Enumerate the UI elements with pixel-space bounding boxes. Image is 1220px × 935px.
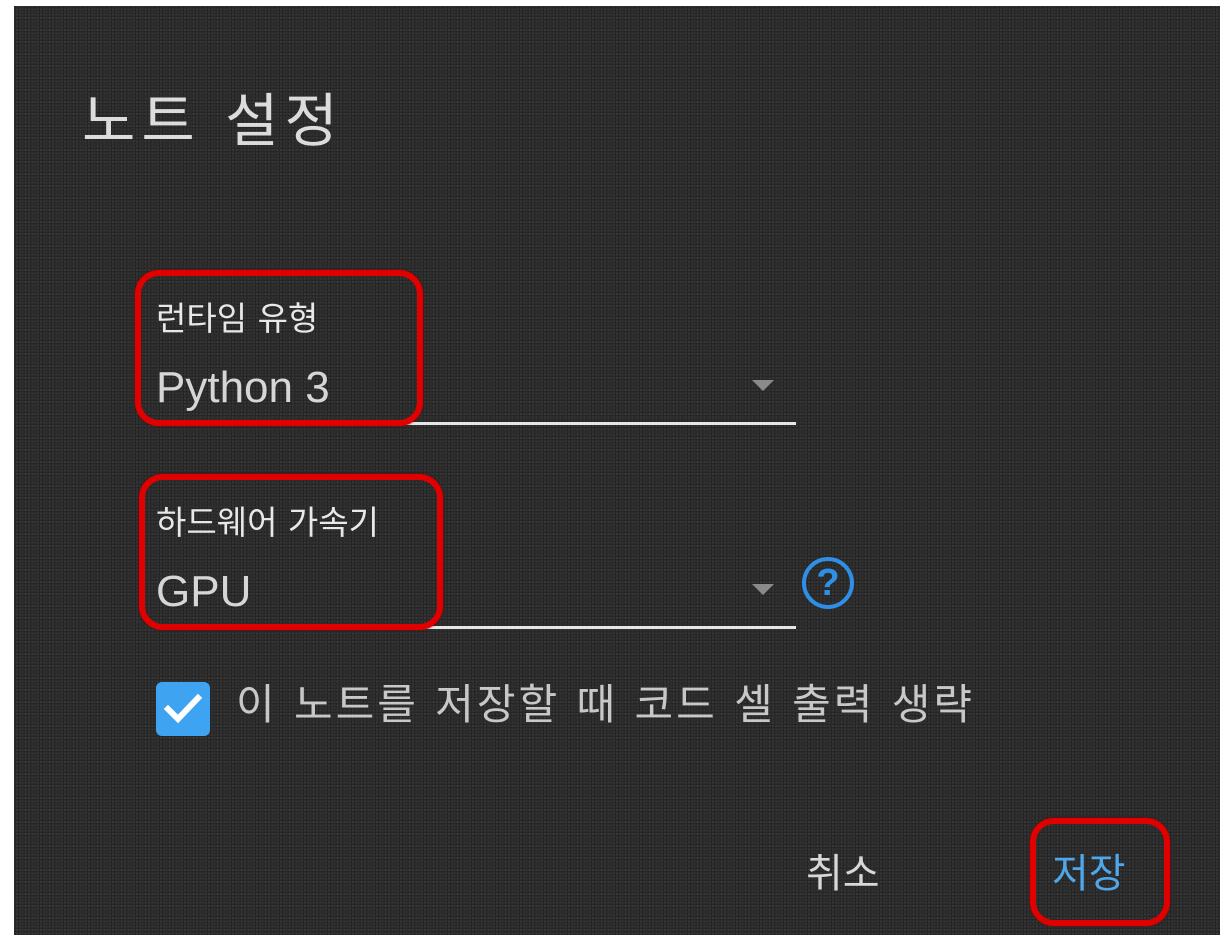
dialog-title: 노트 설정 [82,87,344,155]
omit-output-checkbox[interactable] [156,682,210,736]
dropdown-arrow-icon[interactable] [752,380,774,391]
checkmark-icon [164,693,202,724]
accelerator-highlight-annotation [139,474,443,630]
notebook-settings-dialog: 노트 설정 런타임 유형 Python 3 하드웨어 가속기 GPU ? 이 노… [14,6,1220,935]
dropdown-arrow-icon[interactable] [752,584,774,595]
save-highlight-annotation [1030,818,1170,926]
cancel-button[interactable]: 취소 [806,854,880,894]
omit-output-label: 이 노트를 저장할 때 코드 셀 출력 생략 [236,680,976,729]
runtime-highlight-annotation [135,270,423,426]
help-circle-icon[interactable]: ? [802,557,854,609]
